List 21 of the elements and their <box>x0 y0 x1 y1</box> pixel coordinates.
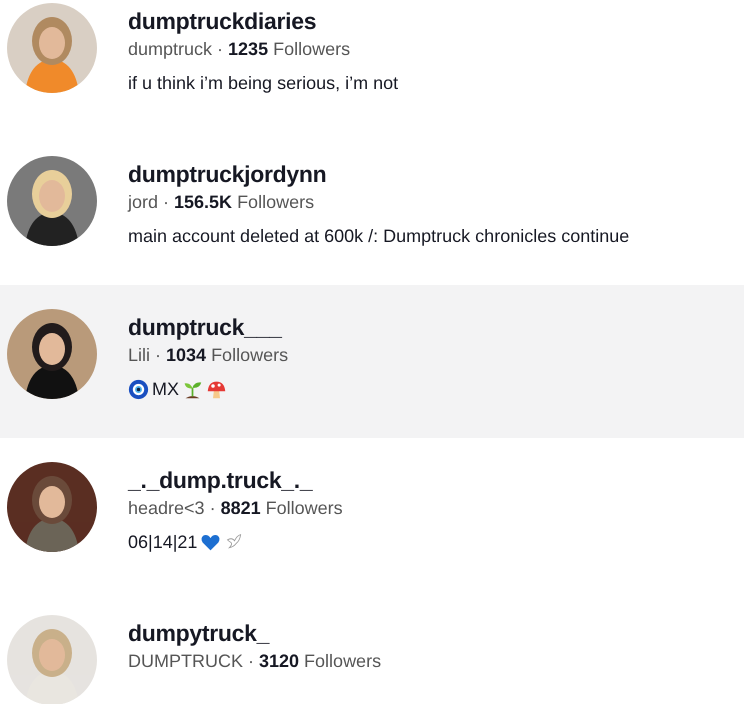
follower-line: Lili · 1034 Followers <box>128 344 288 367</box>
follower-line: headre<3 · 8821 Followers <box>128 497 343 520</box>
result-row[interactable]: dumptruckdiaries dumptruck · 1235 Followers if u think i’m being serious, i’m not <box>0 0 744 132</box>
bio-text: if u think i’m being serious, i’m not <box>128 72 398 95</box>
username[interactable]: dumptruckjordynn <box>128 159 630 189</box>
bio-text: main account deleted at 600k /: Dumptruck chronicles continue <box>128 225 630 248</box>
follower-line: DUMPTRUCK · 3120 Followers <box>128 650 382 673</box>
mushroom-icon <box>206 378 227 400</box>
bio-text: 06|14|21 <box>128 531 198 554</box>
result-row[interactable]: dumptruck___ Lili · 1034 Followers MX <box>0 285 744 438</box>
eye-icon <box>128 378 149 400</box>
username[interactable]: dumptruck___ <box>128 312 288 342</box>
result-row[interactable]: _._dump.truck_._ headre<3 · 8821 Followers 06|14|21 <box>0 438 744 591</box>
follower-line: jord · 156.5K Followers <box>128 191 316 214</box>
result-row[interactable]: dumpytruck_ DUMPTRUCK · 3120 Followers <box>0 591 744 704</box>
username[interactable]: _._dump.truck_._ <box>128 465 343 495</box>
username[interactable]: dumpytruck_ <box>128 618 382 648</box>
bio-text: MX <box>152 378 179 401</box>
username[interactable]: dumptruckdiaries <box>128 6 398 36</box>
follower-line: dumptruck · 1235 Followers <box>128 38 352 61</box>
result-row[interactable]: dumptruckjordynn jord · 156.5K Followers main account deleted at 600k /: Dumptruck chronicles continue <box>0 132 744 285</box>
